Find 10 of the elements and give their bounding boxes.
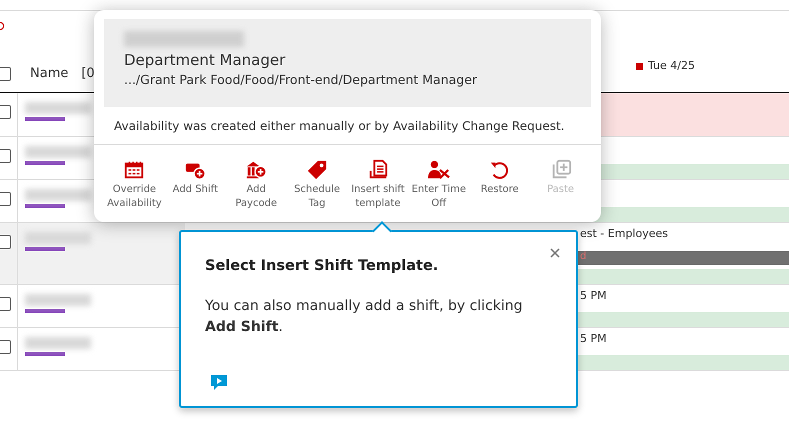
column-header: [0 xyxy=(81,66,95,81)
shift-text: 5 PM xyxy=(579,288,608,304)
job-path: .../Grant Park Food/Food/Front-end/Department Manager xyxy=(124,72,478,87)
shift-text: 5 PM xyxy=(579,331,608,347)
availability-message: Availability was created either manually or by Availability Change Request. xyxy=(94,107,601,145)
day-label: Tue 4/25 xyxy=(648,59,695,72)
tooltip-text: You can also manually add a shift, by clicking Add Shift. xyxy=(205,297,524,337)
tooltip-title: Select Insert Shift Template. xyxy=(205,258,440,274)
shift-text: est - Employees xyxy=(579,226,669,242)
job-title: Department Manager xyxy=(124,51,286,69)
